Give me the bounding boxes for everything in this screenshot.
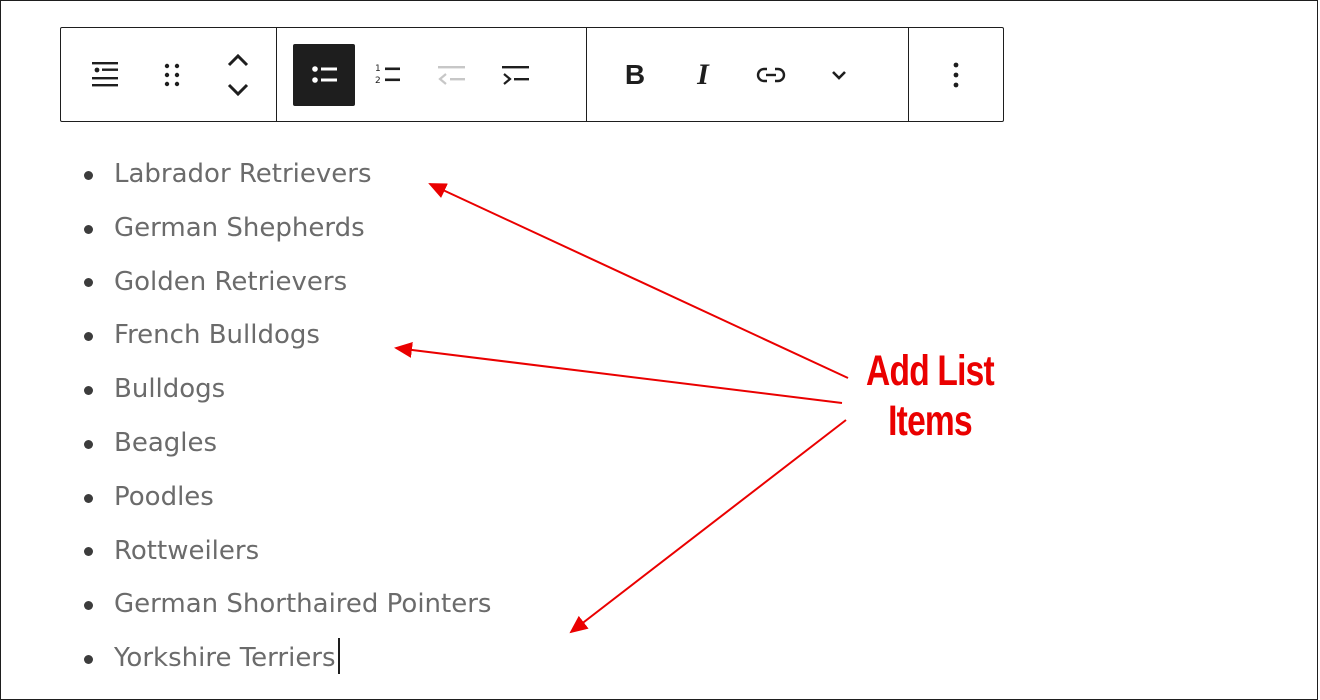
link-icon (756, 67, 786, 82)
bullet (84, 386, 93, 396)
link-button[interactable] (737, 44, 805, 106)
move-up-down-icon (227, 53, 249, 96)
italic-button[interactable]: I (669, 44, 737, 106)
list-item[interactable]: Bulldogs (82, 363, 491, 417)
list-item[interactable]: Yorkshire Terriers (82, 632, 491, 686)
bulleted-list-icon (312, 65, 337, 83)
text-cursor (337, 637, 340, 674)
drag-button[interactable] (141, 44, 203, 106)
bold-icon: B (624, 58, 646, 90)
block-toolbar: 1 2 B I (60, 27, 1004, 122)
bullet (84, 170, 93, 180)
more-vertical-icon (953, 62, 959, 87)
italic-icon: I (697, 57, 709, 91)
list-item[interactable]: Poodles (82, 471, 491, 525)
annotation-label: Add List Items (866, 347, 995, 445)
bold-button[interactable]: B (601, 44, 669, 106)
bullet (84, 439, 93, 449)
outdent-button[interactable] (421, 44, 483, 106)
unordered-list-button[interactable] (293, 43, 355, 106)
list-item[interactable]: Golden Retrievers (82, 256, 491, 310)
indent-button[interactable] (485, 44, 547, 106)
bullet (84, 332, 93, 342)
svg-text:2: 2 (375, 76, 381, 86)
bullet (84, 601, 93, 611)
list-item[interactable]: French Bulldogs (82, 309, 491, 363)
svg-text:1: 1 (375, 64, 381, 74)
move-button[interactable] (207, 44, 269, 106)
list-block-icon (92, 61, 118, 86)
format-tools-group: B I (587, 28, 909, 121)
indent-icon (502, 65, 529, 85)
ordered-list-button[interactable]: 1 2 (357, 44, 419, 106)
outdent-icon (438, 65, 465, 85)
list-item[interactable]: Beagles (82, 417, 491, 471)
chevron-down-icon (832, 70, 846, 80)
more-tools-group (909, 28, 1003, 121)
list-item[interactable]: Labrador Retrievers (82, 148, 491, 202)
block-type-button[interactable] (75, 44, 137, 106)
bullet (84, 547, 93, 557)
drag-handle-icon (164, 63, 180, 86)
more-formats-button[interactable] (805, 44, 873, 106)
bullet (84, 224, 93, 234)
block-tools-group (61, 28, 277, 121)
bulleted-list[interactable]: Labrador Retrievers German Shepherds Gol… (82, 148, 491, 686)
list-item[interactable]: German Shorthaired Pointers (82, 578, 491, 632)
list-item[interactable]: Rottweilers (82, 525, 491, 579)
list-tools-group: 1 2 (277, 28, 587, 121)
options-button[interactable] (925, 44, 987, 106)
bullet (84, 493, 93, 503)
bullet (84, 278, 93, 288)
numbered-list-icon: 1 2 (375, 64, 400, 86)
list-item[interactable]: German Shepherds (82, 202, 491, 256)
bullet (84, 655, 93, 665)
